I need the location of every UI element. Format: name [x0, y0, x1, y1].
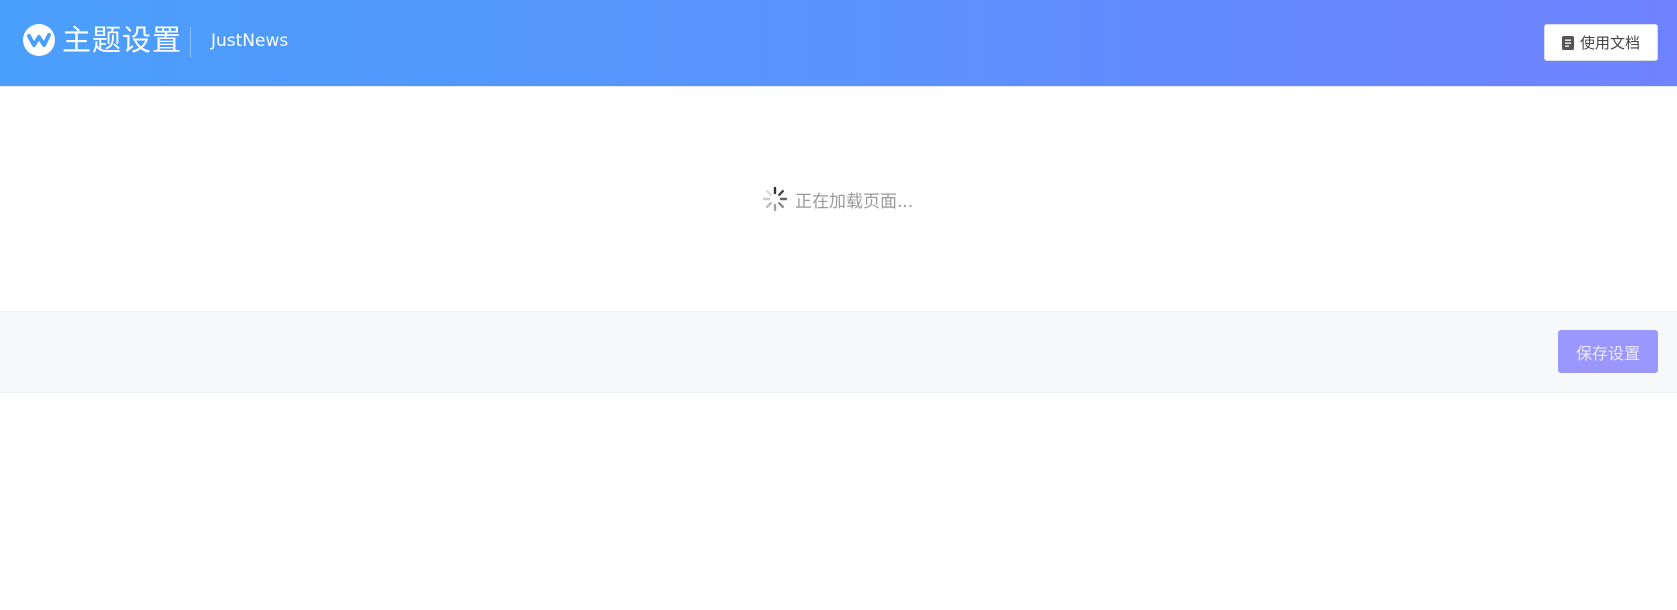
documentation-button-label: 使用文档 [1579, 34, 1640, 52]
wp-logo-icon [23, 24, 55, 56]
save-settings-button[interactable]: 保存设置 [1558, 330, 1658, 373]
documentation-button[interactable]: 使用文档 [1544, 24, 1658, 61]
top-header: 主题设置 JustNews 使用文档 [0, 0, 1677, 87]
theme-name: JustNews [211, 31, 289, 51]
loading-text: 正在加载页面... [795, 191, 914, 212]
document-icon [1561, 35, 1574, 50]
loading-spinner-icon [762, 186, 788, 212]
page-title: 主题设置 [62, 23, 183, 57]
header-divider [190, 27, 191, 57]
action-bar [0, 311, 1677, 393]
loading-indicator: 正在加载页面... [762, 186, 913, 212]
